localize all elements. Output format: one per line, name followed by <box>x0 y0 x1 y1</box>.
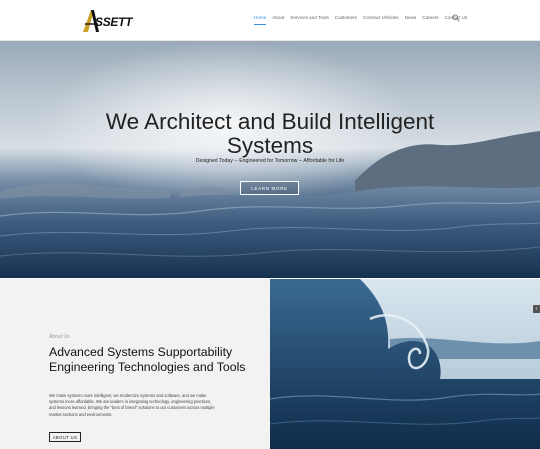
hero-title: We Architect and Build Intelligent Syste… <box>105 109 435 158</box>
logo[interactable]: SSETT <box>81 8 133 34</box>
about-body: We make systems more intelligent, we mod… <box>49 393 215 417</box>
hero-subtitle: Designed Today -- Engineered for Tomorro… <box>195 158 345 164</box>
nav-careers[interactable]: Careers <box>422 14 438 22</box>
site-header: SSETT Home About Services and Tools Cust… <box>0 0 540 41</box>
search-icon[interactable] <box>452 14 460 22</box>
nav-news[interactable]: News <box>405 14 417 22</box>
wave-picture <box>270 279 540 449</box>
about-kicker: About Us <box>49 334 70 340</box>
wave-image <box>270 279 540 449</box>
hero-banner: We Architect and Build Intelligent Syste… <box>0 41 540 278</box>
nav-contract-vehicles[interactable]: Contract Vehicles <box>363 14 399 22</box>
nav-home[interactable]: Home <box>254 14 267 25</box>
about-section: About Us Advanced Systems Supportability… <box>0 279 270 449</box>
nav-about[interactable]: About <box>272 14 284 22</box>
learn-more-button[interactable]: LEARN MORE <box>240 181 299 195</box>
logo-text: SSETT <box>95 15 133 29</box>
nav-customers[interactable]: Customers <box>335 14 357 22</box>
about-us-button[interactable]: ABOUT US <box>49 432 81 442</box>
about-title: Advanced Systems Supportability Engineer… <box>49 345 246 374</box>
nav-services-and-tools[interactable]: Services and Tools <box>290 14 328 22</box>
main-nav: Home About Services and Tools Customers … <box>254 14 473 25</box>
chevron-left-icon[interactable]: ‹ <box>533 305 540 313</box>
